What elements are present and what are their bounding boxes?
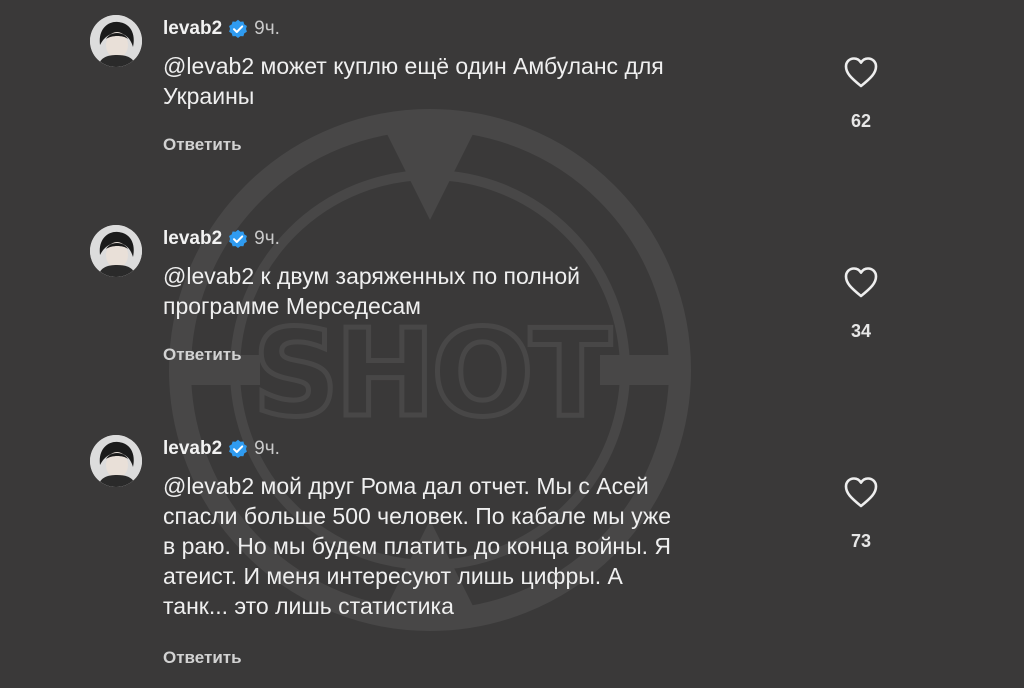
avatar[interactable] — [90, 435, 142, 487]
like-count: 62 — [850, 111, 872, 131]
username[interactable]: levab2 — [163, 18, 222, 40]
heart-outline-icon[interactable] — [843, 475, 879, 509]
username[interactable]: levab2 — [163, 438, 222, 460]
reply-button[interactable]: Ответить — [163, 648, 242, 668]
comment-time: 9ч. — [254, 228, 280, 249]
like-count: 73 — [850, 531, 872, 551]
comment-meta: levab2 9ч. — [163, 227, 280, 251]
comment-text: @levab2 мой друг Рома дал отчет. Мы с Ас… — [163, 473, 672, 619]
heart-outline-icon[interactable] — [843, 265, 879, 299]
comment-item: levab2 9ч. @levab2 к двум заряженных по … — [0, 225, 1024, 375]
comment-text: @levab2 может куплю ещё один Амбуланс дл… — [163, 53, 664, 109]
comment-time: 9ч. — [254, 438, 280, 459]
comment-item: levab2 9ч. @levab2 мой друг Рома дал отч… — [0, 435, 1024, 680]
comment-text: @levab2 к двум заряженных по полной прог… — [163, 263, 581, 319]
comment-time: 9ч. — [254, 18, 280, 39]
comment-meta: levab2 9ч. — [163, 17, 280, 41]
username[interactable]: levab2 — [163, 228, 222, 250]
like-count: 34 — [850, 321, 872, 341]
verified-badge-icon — [229, 229, 248, 248]
avatar[interactable] — [90, 225, 142, 277]
comment-meta: levab2 9ч. — [163, 437, 280, 461]
heart-outline-icon[interactable] — [843, 55, 879, 89]
avatar[interactable] — [90, 15, 142, 67]
reply-button[interactable]: Ответить — [163, 135, 242, 155]
verified-badge-icon — [229, 439, 248, 458]
reply-button[interactable]: Ответить — [163, 345, 242, 365]
comment-item: levab2 9ч. @levab2 может куплю ещё один … — [0, 15, 1024, 165]
verified-badge-icon — [229, 19, 248, 38]
